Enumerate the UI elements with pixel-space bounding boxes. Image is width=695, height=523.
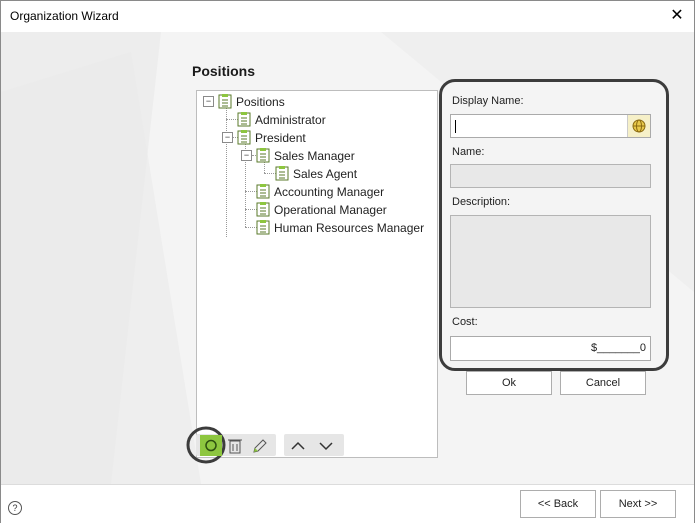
- tree-node-positions[interactable]: Positions: [218, 92, 285, 110]
- delete-position-button[interactable]: [227, 437, 243, 455]
- collapse-toggle[interactable]: −: [222, 132, 233, 143]
- tree-node-sales-manager[interactable]: Sales Manager: [256, 146, 355, 164]
- delete-icon: [228, 439, 242, 454]
- cancel-button[interactable]: Cancel: [560, 371, 646, 395]
- globe-icon: [632, 119, 646, 133]
- tree-node-sales-agent[interactable]: Sales Agent: [275, 164, 357, 182]
- add-icon: [205, 439, 217, 452]
- description-label: Description:: [452, 196, 511, 208]
- text-cursor: [455, 120, 456, 133]
- back-button[interactable]: << Back: [520, 490, 596, 518]
- document-list-icon: [256, 148, 270, 163]
- collapse-toggle[interactable]: −: [241, 150, 252, 161]
- name-field[interactable]: [450, 164, 651, 188]
- move-up-icon: [291, 441, 305, 450]
- positions-tree[interactable]: − − − Positions Administrator President …: [196, 90, 438, 458]
- cost-label: Cost:: [452, 316, 478, 328]
- ok-button[interactable]: Ok: [466, 371, 552, 395]
- tree-node-human-resources-manager[interactable]: Human Resources Manager: [256, 218, 424, 236]
- edit-position-button[interactable]: [251, 437, 267, 455]
- document-list-icon: [218, 94, 232, 109]
- move-down-icon: [319, 442, 333, 451]
- next-button[interactable]: Next >>: [600, 490, 676, 518]
- tree-node-accounting-manager[interactable]: Accounting Manager: [256, 182, 384, 200]
- name-label: Name:: [452, 146, 485, 158]
- edit-icon: [253, 439, 267, 453]
- cost-value: $_______0: [590, 342, 646, 354]
- move-up-button[interactable]: [289, 437, 307, 455]
- document-list-icon: [256, 202, 270, 217]
- description-field[interactable]: [450, 215, 651, 308]
- display-name-label: Display Name:: [452, 95, 524, 107]
- document-list-icon: [256, 184, 270, 199]
- collapse-toggle[interactable]: −: [203, 96, 214, 107]
- window-title: Organization Wizard: [10, 9, 119, 23]
- document-list-icon: [237, 112, 251, 127]
- close-icon[interactable]: ✕: [665, 5, 689, 27]
- translate-button[interactable]: [627, 115, 650, 137]
- help-icon[interactable]: ?: [8, 501, 22, 515]
- add-position-button[interactable]: [200, 435, 222, 456]
- document-list-icon: [256, 220, 270, 235]
- tree-connector: [226, 108, 227, 237]
- tree-node-president[interactable]: President: [237, 128, 306, 146]
- document-list-icon: [275, 166, 289, 181]
- organization-wizard-window: Organization Wizard ✕ Positions − − − Po…: [0, 0, 695, 523]
- document-list-icon: [237, 130, 251, 145]
- title-bar: Organization Wizard ✕: [1, 1, 694, 32]
- display-name-field[interactable]: [450, 114, 651, 138]
- cost-field[interactable]: $_______0: [450, 336, 651, 361]
- tree-node-operational-manager[interactable]: Operational Manager: [256, 200, 387, 218]
- move-down-button[interactable]: [317, 437, 335, 455]
- tree-node-administrator[interactable]: Administrator: [237, 110, 326, 128]
- page-title: Positions: [192, 63, 256, 79]
